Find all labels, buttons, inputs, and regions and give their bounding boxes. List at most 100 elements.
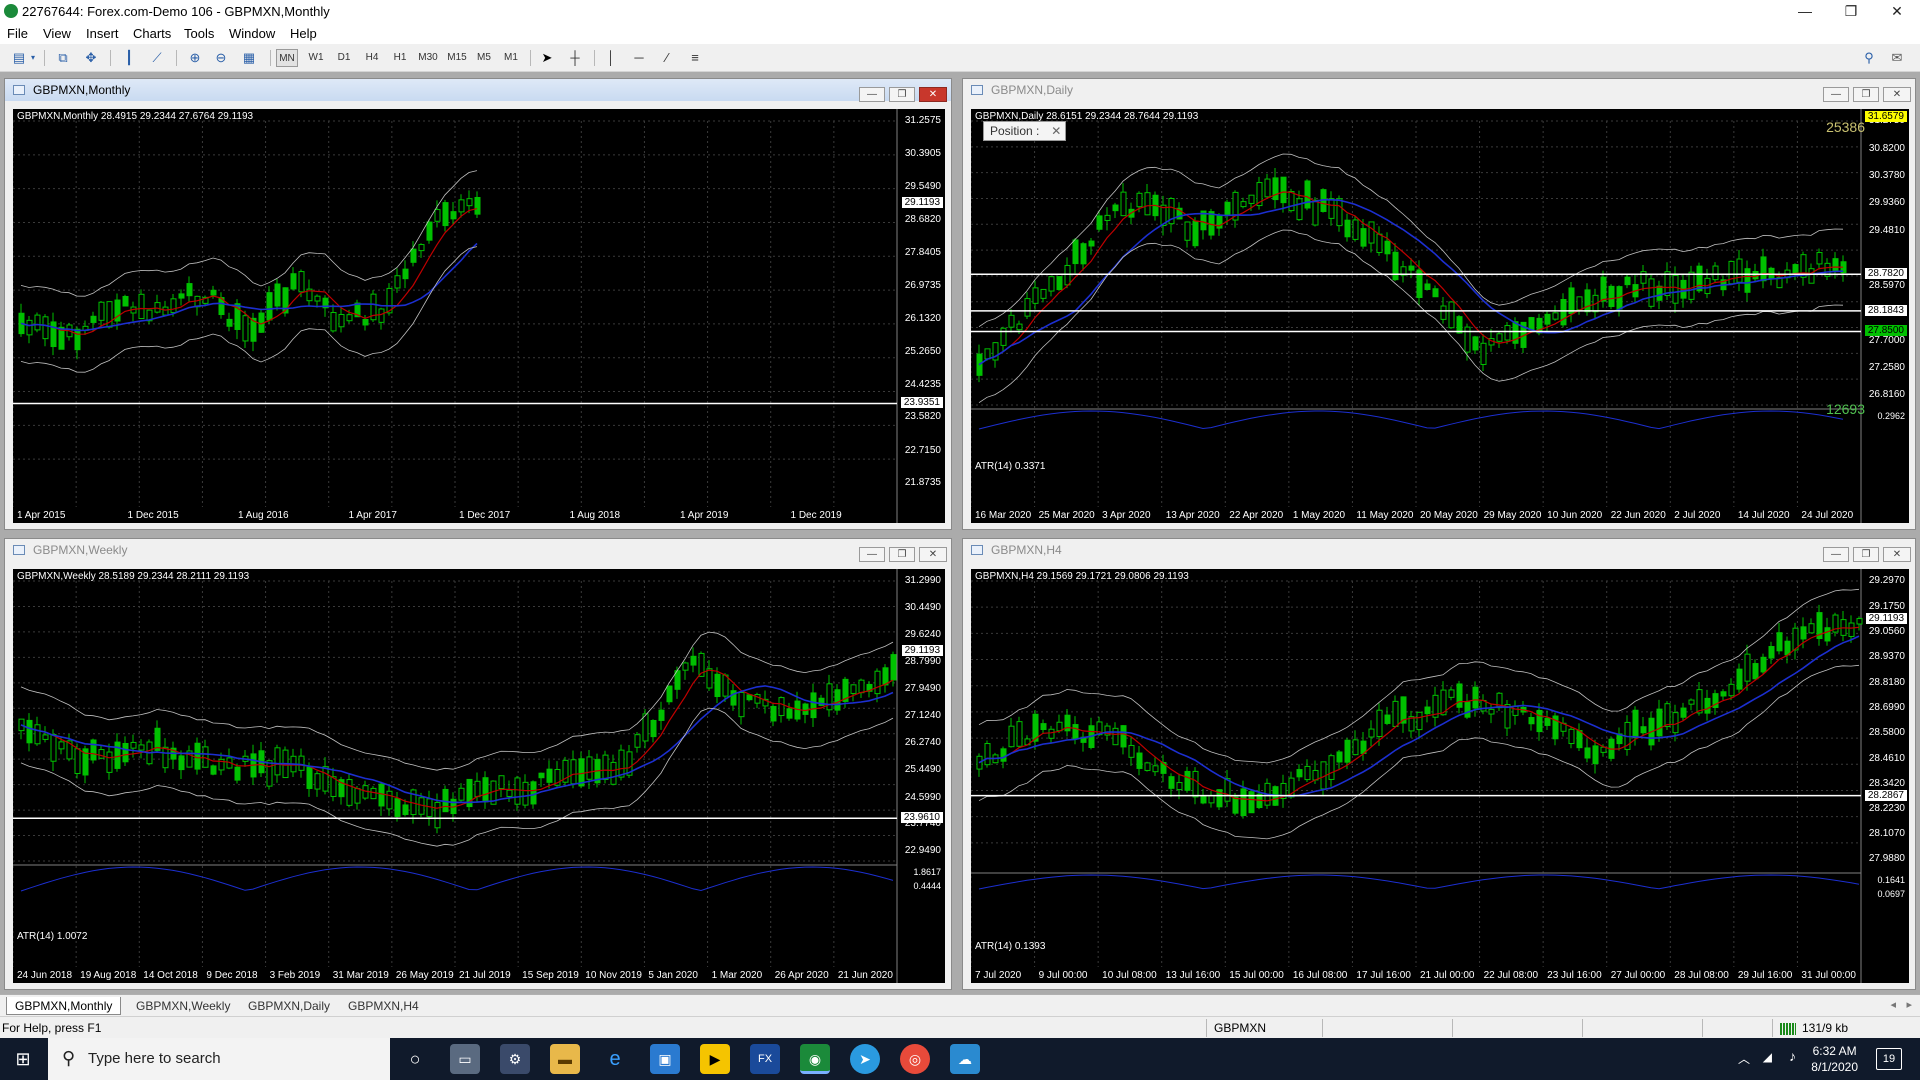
maximize-button[interactable]: ❐ bbox=[889, 87, 915, 102]
trendline-icon[interactable]: ∕ bbox=[658, 49, 676, 67]
chart-window-daily[interactable]: GBPMXN,Daily — ❐ ✕ GBPMXN,Daily 28.6151 29… bbox=[962, 78, 1916, 530]
fxcm-icon[interactable]: FX bbox=[750, 1044, 780, 1074]
minimize-button[interactable]: — bbox=[1823, 87, 1849, 102]
close-button[interactable]: ✕ bbox=[1883, 547, 1911, 562]
price-level-box: 28.7820 bbox=[1864, 268, 1907, 280]
wifi-icon[interactable]: ◢ bbox=[1763, 1050, 1772, 1064]
timeframe-mn[interactable]: MN bbox=[276, 49, 298, 67]
timeframe-m1[interactable]: M1 bbox=[499, 49, 523, 67]
minimize-button[interactable]: — bbox=[859, 547, 885, 562]
timeframe-w1[interactable]: W1 bbox=[304, 49, 328, 67]
timeframe-h1[interactable]: H1 bbox=[388, 49, 412, 67]
maximize-button[interactable]: ❐ bbox=[889, 547, 915, 562]
close-button[interactable]: ✕ bbox=[1883, 87, 1911, 102]
chat-icon[interactable]: ✉ bbox=[1888, 49, 1906, 67]
minimize-button[interactable]: — bbox=[859, 87, 885, 102]
menu-window[interactable]: Window bbox=[229, 26, 275, 41]
chart-canvas[interactable]: GBPMXN,H4 29.1569 29.1721 29.0806 29.119… bbox=[971, 569, 1909, 983]
timeframe-d1[interactable]: D1 bbox=[332, 49, 356, 67]
profiles-icon[interactable]: ⧉ bbox=[54, 49, 72, 67]
task-view-icon[interactable]: ▭ bbox=[450, 1044, 480, 1074]
date-axis-label: 1 Dec 2017 bbox=[459, 510, 511, 521]
price-level-box: 27.8500 bbox=[1864, 325, 1907, 337]
window-caption[interactable]: GBPMXN,Monthly — ❐ ✕ bbox=[5, 79, 951, 102]
tray-chevron-icon[interactable]: ︿ bbox=[1738, 1050, 1750, 1067]
vertical-line-icon[interactable]: │ bbox=[602, 49, 620, 67]
timeframe-h4[interactable]: H4 bbox=[360, 49, 384, 67]
crosshair-icon[interactable]: ✥ bbox=[82, 49, 100, 67]
new-chart-icon[interactable]: ▤ bbox=[10, 49, 28, 67]
chart-window-monthly[interactable]: GBPMXN,Monthly — ❐ ✕ GBPMXN,Monthly 28.491… bbox=[4, 78, 952, 530]
timeframe-m30[interactable]: M30 bbox=[414, 49, 442, 67]
maximize-button[interactable]: ❐ bbox=[1853, 547, 1879, 562]
crosshair-tool-icon[interactable]: ┼ bbox=[566, 49, 584, 67]
volume-icon[interactable]: ♪ bbox=[1789, 1048, 1796, 1064]
tab-scroll-left-icon[interactable]: ◂ bbox=[1890, 998, 1896, 1011]
chart-window-weekly[interactable]: GBPMXN,Weekly — ❐ ✕ GBPMXN,Weekly 28.5189 … bbox=[4, 538, 952, 990]
file-explorer-icon[interactable]: ▬ bbox=[550, 1044, 580, 1074]
chart-canvas[interactable]: GBPMXN,Daily 28.6151 29.2344 28.7644 29.… bbox=[971, 109, 1909, 523]
tab-scroll-right-icon[interactable]: ▸ bbox=[1906, 998, 1912, 1011]
chart-window-h4[interactable]: GBPMXN,H4 — ❐ ✕ GBPMXN,H4 29.1569 29.1721 … bbox=[962, 538, 1916, 990]
position-popup[interactable]: Position : ✕ bbox=[983, 121, 1067, 141]
tab-gbpmxn-monthly[interactable]: GBPMXN,Monthly bbox=[6, 997, 122, 1015]
close-popup-icon[interactable]: ✕ bbox=[1051, 122, 1061, 140]
price-level-box: 28.2867 bbox=[1864, 789, 1907, 801]
close-button[interactable]: ✕ bbox=[1874, 0, 1920, 24]
date-axis-label: 16 Mar 2020 bbox=[975, 510, 1032, 521]
date-axis-label: 20 May 2020 bbox=[1420, 510, 1478, 521]
menu-file[interactable]: File bbox=[7, 26, 28, 41]
search-box[interactable]: ⚲ Type here to search bbox=[48, 1038, 390, 1080]
chrome-icon[interactable]: ◎ bbox=[900, 1044, 930, 1074]
system-clock[interactable]: 6:32 AM 8/1/2020 bbox=[1811, 1043, 1858, 1075]
zoom-in-icon[interactable]: ⊕ bbox=[186, 49, 204, 67]
menu-tools[interactable]: Tools bbox=[184, 26, 214, 41]
app-icon[interactable]: ⚙ bbox=[500, 1044, 530, 1074]
edge-icon[interactable]: e bbox=[600, 1044, 630, 1074]
metatrader-icon[interactable]: ◉ bbox=[800, 1044, 830, 1074]
telegram-icon[interactable]: ➤ bbox=[850, 1044, 880, 1074]
timeframe-m15[interactable]: M15 bbox=[443, 49, 471, 67]
menu-insert[interactable]: Insert bbox=[86, 26, 119, 41]
dropdown-arrow-icon[interactable]: ▾ bbox=[28, 49, 38, 67]
bar-chart-icon[interactable]: ┃ bbox=[120, 49, 138, 67]
date-axis-label: 10 Jul 08:00 bbox=[1102, 970, 1157, 981]
horizontal-line-icon[interactable]: ─ bbox=[630, 49, 648, 67]
restore-button[interactable]: ❐ bbox=[1828, 0, 1874, 24]
menu-help[interactable]: Help bbox=[290, 26, 317, 41]
window-caption[interactable]: GBPMXN,H4 — ❐ ✕ bbox=[963, 539, 1915, 562]
chart-canvas[interactable]: GBPMXN,Monthly 28.4915 29.2344 27.6764 2… bbox=[13, 109, 945, 523]
menu-charts[interactable]: Charts bbox=[133, 26, 171, 41]
remote-desktop-icon[interactable]: ▣ bbox=[650, 1044, 680, 1074]
tab-gbpmxn-daily[interactable]: GBPMXN,Daily bbox=[240, 997, 338, 1015]
date-axis-label: 13 Apr 2020 bbox=[1165, 510, 1220, 521]
price-axis-label: 29.2970 bbox=[1868, 575, 1905, 586]
notifications-icon[interactable]: 19 bbox=[1876, 1048, 1902, 1070]
price-axis-label: 29.4810 bbox=[1868, 225, 1905, 237]
start-icon[interactable]: ⊞ bbox=[8, 1044, 38, 1074]
cursor-icon[interactable]: ➤ bbox=[538, 49, 556, 67]
search-icon[interactable]: ⚲ bbox=[1860, 49, 1878, 67]
window-caption[interactable]: GBPMXN,Daily — ❐ ✕ bbox=[963, 79, 1915, 102]
tab-gbpmxn-h4[interactable]: GBPMXN,H4 bbox=[340, 997, 427, 1015]
atr-axis-label: 0.2962 bbox=[1877, 411, 1905, 421]
chart-canvas[interactable]: GBPMXN,Weekly 28.5189 29.2344 28.2111 29… bbox=[13, 569, 945, 983]
tile-windows-icon[interactable]: ▦ bbox=[240, 49, 258, 67]
chart-window-icon bbox=[13, 85, 25, 95]
minimize-button[interactable]: — bbox=[1823, 547, 1849, 562]
cortana-icon[interactable]: ○ bbox=[400, 1044, 430, 1074]
maximize-button[interactable]: ❐ bbox=[1853, 87, 1879, 102]
minimize-button[interactable]: — bbox=[1782, 0, 1828, 24]
line-chart-icon[interactable]: ⟋ bbox=[148, 49, 166, 67]
chat-app-icon[interactable]: ☁ bbox=[950, 1044, 980, 1074]
timeframe-m5[interactable]: M5 bbox=[472, 49, 496, 67]
window-caption[interactable]: GBPMXN,Weekly — ❐ ✕ bbox=[5, 539, 951, 562]
menu-view[interactable]: View bbox=[43, 26, 71, 41]
close-button[interactable]: ✕ bbox=[919, 87, 947, 102]
equidistant-channel-icon[interactable]: ≡ bbox=[686, 49, 704, 67]
app-icon[interactable]: ▶ bbox=[700, 1044, 730, 1074]
tab-gbpmxn-weekly[interactable]: GBPMXN,Weekly bbox=[128, 997, 238, 1015]
close-button[interactable]: ✕ bbox=[919, 547, 947, 562]
zoom-out-icon[interactable]: ⊖ bbox=[212, 49, 230, 67]
date-axis-label: 24 Jul 2020 bbox=[1801, 510, 1854, 521]
